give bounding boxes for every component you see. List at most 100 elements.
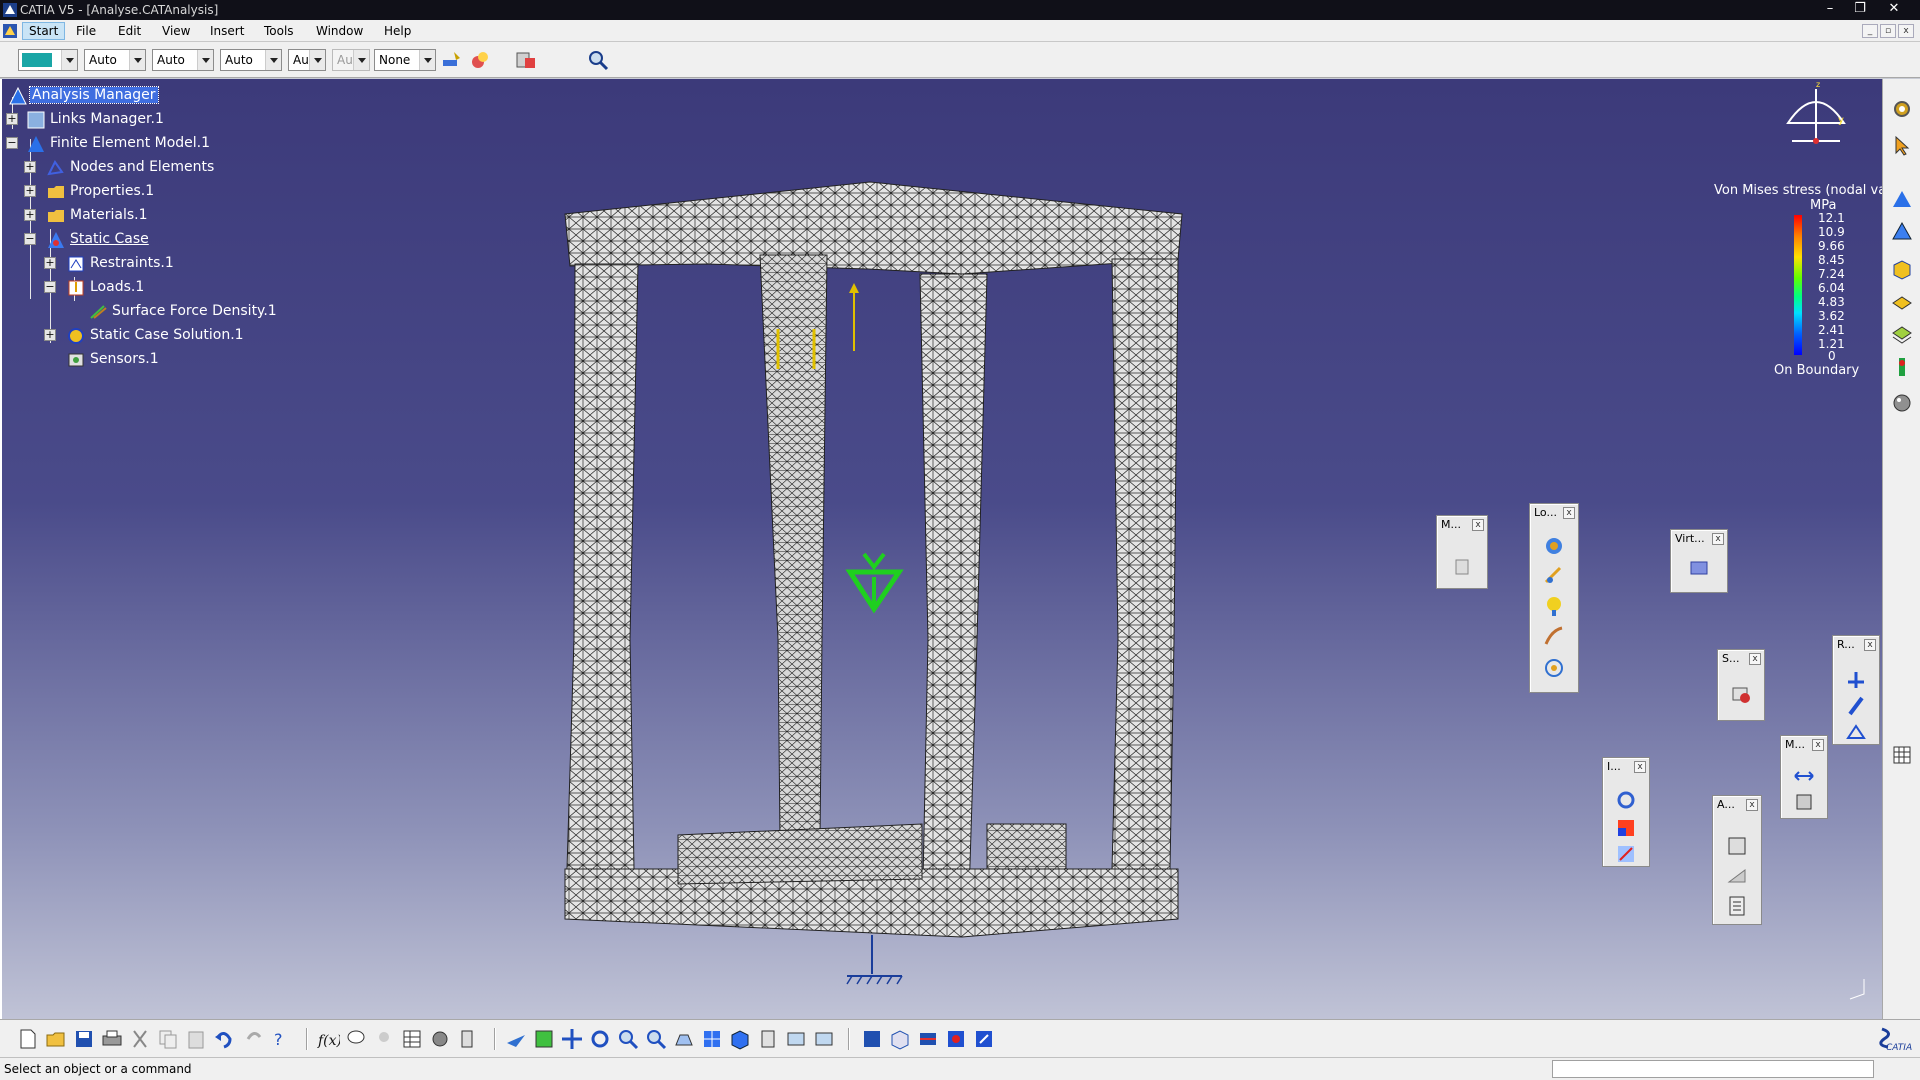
line-thickness-combo[interactable]: Auto	[152, 49, 214, 71]
normal-view-icon[interactable]	[672, 1027, 696, 1051]
swap-space-icon[interactable]	[812, 1027, 836, 1051]
restraints-toolbar[interactable]: R... x	[1832, 635, 1880, 745]
report-icon[interactable]	[1725, 894, 1749, 918]
grid-icon[interactable]	[1890, 743, 1914, 767]
close-icon[interactable]: x	[1746, 799, 1758, 811]
linetype-combo[interactable]: Auto	[220, 49, 282, 71]
painter-brush-icon[interactable]	[440, 48, 464, 72]
cube-icon[interactable]	[1890, 257, 1914, 281]
pan-icon[interactable]	[560, 1027, 584, 1051]
settings-gear-icon[interactable]	[1890, 97, 1914, 121]
collapse-static-case[interactable]: −	[24, 233, 36, 245]
multi-view-icon[interactable]	[700, 1027, 724, 1051]
menu-edit[interactable]: Edit	[112, 23, 147, 39]
cut-plane-icon[interactable]	[1725, 864, 1749, 888]
light-icon[interactable]	[372, 1027, 396, 1051]
fly-mode-icon[interactable]	[504, 1027, 528, 1051]
surface-icon[interactable]	[1890, 289, 1914, 313]
isostatic-icon[interactable]	[1844, 720, 1868, 744]
table-icon[interactable]	[400, 1027, 424, 1051]
zoom-in-icon[interactable]	[616, 1027, 640, 1051]
expand-nodes[interactable]: +	[24, 161, 36, 173]
collapse-loads[interactable]: −	[44, 281, 56, 293]
close-icon[interactable]: x	[1563, 507, 1575, 519]
doc-restore-button[interactable]: ▫	[1880, 24, 1896, 38]
undo-icon[interactable]	[212, 1027, 236, 1051]
menu-file[interactable]: File	[70, 23, 102, 39]
expand-restraints[interactable]: +	[44, 257, 56, 269]
shading-icon[interactable]	[756, 1027, 780, 1051]
comment-icon[interactable]	[344, 1027, 368, 1051]
component-icon[interactable]	[888, 1027, 912, 1051]
refresh-icon[interactable]	[972, 1027, 996, 1051]
compute-icon[interactable]	[1729, 682, 1753, 706]
pressure-icon[interactable]	[1542, 534, 1566, 558]
open-folder-icon[interactable]	[44, 1027, 68, 1051]
expand-links-manager[interactable]: +	[6, 113, 18, 125]
doc-minimize-button[interactable]: _	[1862, 24, 1878, 38]
acceleration-icon[interactable]	[1542, 656, 1566, 680]
bearing-load-icon[interactable]	[1542, 624, 1566, 648]
menu-tools[interactable]: Tools	[258, 23, 300, 39]
analysis-tools-toolbar[interactable]: A... x	[1712, 795, 1762, 925]
model-manager-toolbar[interactable]: M... x	[1436, 515, 1488, 589]
octree-icon[interactable]	[1890, 219, 1914, 243]
copy-icon[interactable]	[156, 1027, 180, 1051]
image-edit-icon[interactable]	[944, 1027, 968, 1051]
fill-color-combo[interactable]	[18, 49, 78, 71]
knowledge-icon[interactable]	[428, 1027, 452, 1051]
menu-window[interactable]: Window	[310, 23, 369, 39]
distributed-force-icon[interactable]	[1542, 564, 1566, 588]
cut-icon[interactable]	[128, 1027, 152, 1051]
measure-between-icon[interactable]	[1792, 764, 1816, 788]
catalog-icon[interactable]	[860, 1027, 884, 1051]
image-toolbar[interactable]: I... x	[1602, 757, 1650, 867]
doc-close-button[interactable]: x	[1898, 24, 1914, 38]
zoom-out-icon[interactable]	[644, 1027, 668, 1051]
clamp-icon[interactable]	[1844, 668, 1868, 692]
measure-toolbar[interactable]: M... x	[1780, 735, 1828, 819]
rendering-style-combo[interactable]: Aut	[332, 49, 370, 71]
rotate-icon[interactable]	[588, 1027, 612, 1051]
menu-start[interactable]: Start	[22, 22, 66, 40]
displacement-icon[interactable]	[1614, 842, 1638, 866]
hide-show-icon[interactable]	[784, 1027, 808, 1051]
layers-icon[interactable]	[1890, 321, 1914, 345]
animate-icon[interactable]	[1725, 834, 1749, 858]
sensor-icon[interactable]	[1890, 355, 1914, 379]
command-input[interactable]	[1552, 1060, 1874, 1078]
solve-toolbar[interactable]: S... x	[1717, 649, 1765, 721]
model-manager-icon[interactable]	[1450, 554, 1474, 578]
close-icon[interactable]: x	[1472, 519, 1484, 531]
close-icon[interactable]: x	[1812, 739, 1824, 751]
layer-combo[interactable]: None	[374, 49, 436, 71]
transparency-combo[interactable]: Auto	[84, 49, 146, 71]
mesh-part-icon[interactable]	[1890, 187, 1914, 211]
close-icon[interactable]: x	[1864, 639, 1876, 651]
surface-slider-icon[interactable]	[1844, 694, 1868, 718]
print-icon[interactable]	[100, 1027, 124, 1051]
measure-item-icon[interactable]	[1792, 790, 1816, 814]
save-icon[interactable]	[72, 1027, 96, 1051]
collapse-fem[interactable]: −	[6, 137, 18, 149]
new-document-icon[interactable]	[16, 1027, 40, 1051]
close-icon[interactable]: x	[1634, 761, 1646, 773]
virtual-parts-toolbar[interactable]: Virt... x	[1670, 529, 1728, 593]
minimize-button[interactable]: –	[1816, 0, 1844, 20]
close-button[interactable]: ✕	[1880, 0, 1908, 20]
iso-view-icon[interactable]	[728, 1027, 752, 1051]
expand-solution[interactable]: +	[44, 329, 56, 341]
compass-icon[interactable]: y z	[1776, 81, 1856, 161]
fit-all-icon[interactable]	[532, 1027, 556, 1051]
search-icon[interactable]	[586, 48, 610, 72]
restore-button[interactable]: ❐	[1846, 0, 1874, 20]
help-icon[interactable]: ?	[270, 1027, 294, 1051]
expand-materials[interactable]: +	[24, 209, 36, 221]
virtual-part-icon[interactable]	[1687, 556, 1711, 580]
von-mises-icon[interactable]	[1614, 816, 1638, 840]
expand-properties[interactable]: +	[24, 185, 36, 197]
deformation-icon[interactable]	[1614, 788, 1638, 812]
rule-icon[interactable]	[456, 1027, 480, 1051]
menu-help[interactable]: Help	[378, 23, 417, 39]
catia-app-icon[interactable]	[2, 2, 18, 18]
